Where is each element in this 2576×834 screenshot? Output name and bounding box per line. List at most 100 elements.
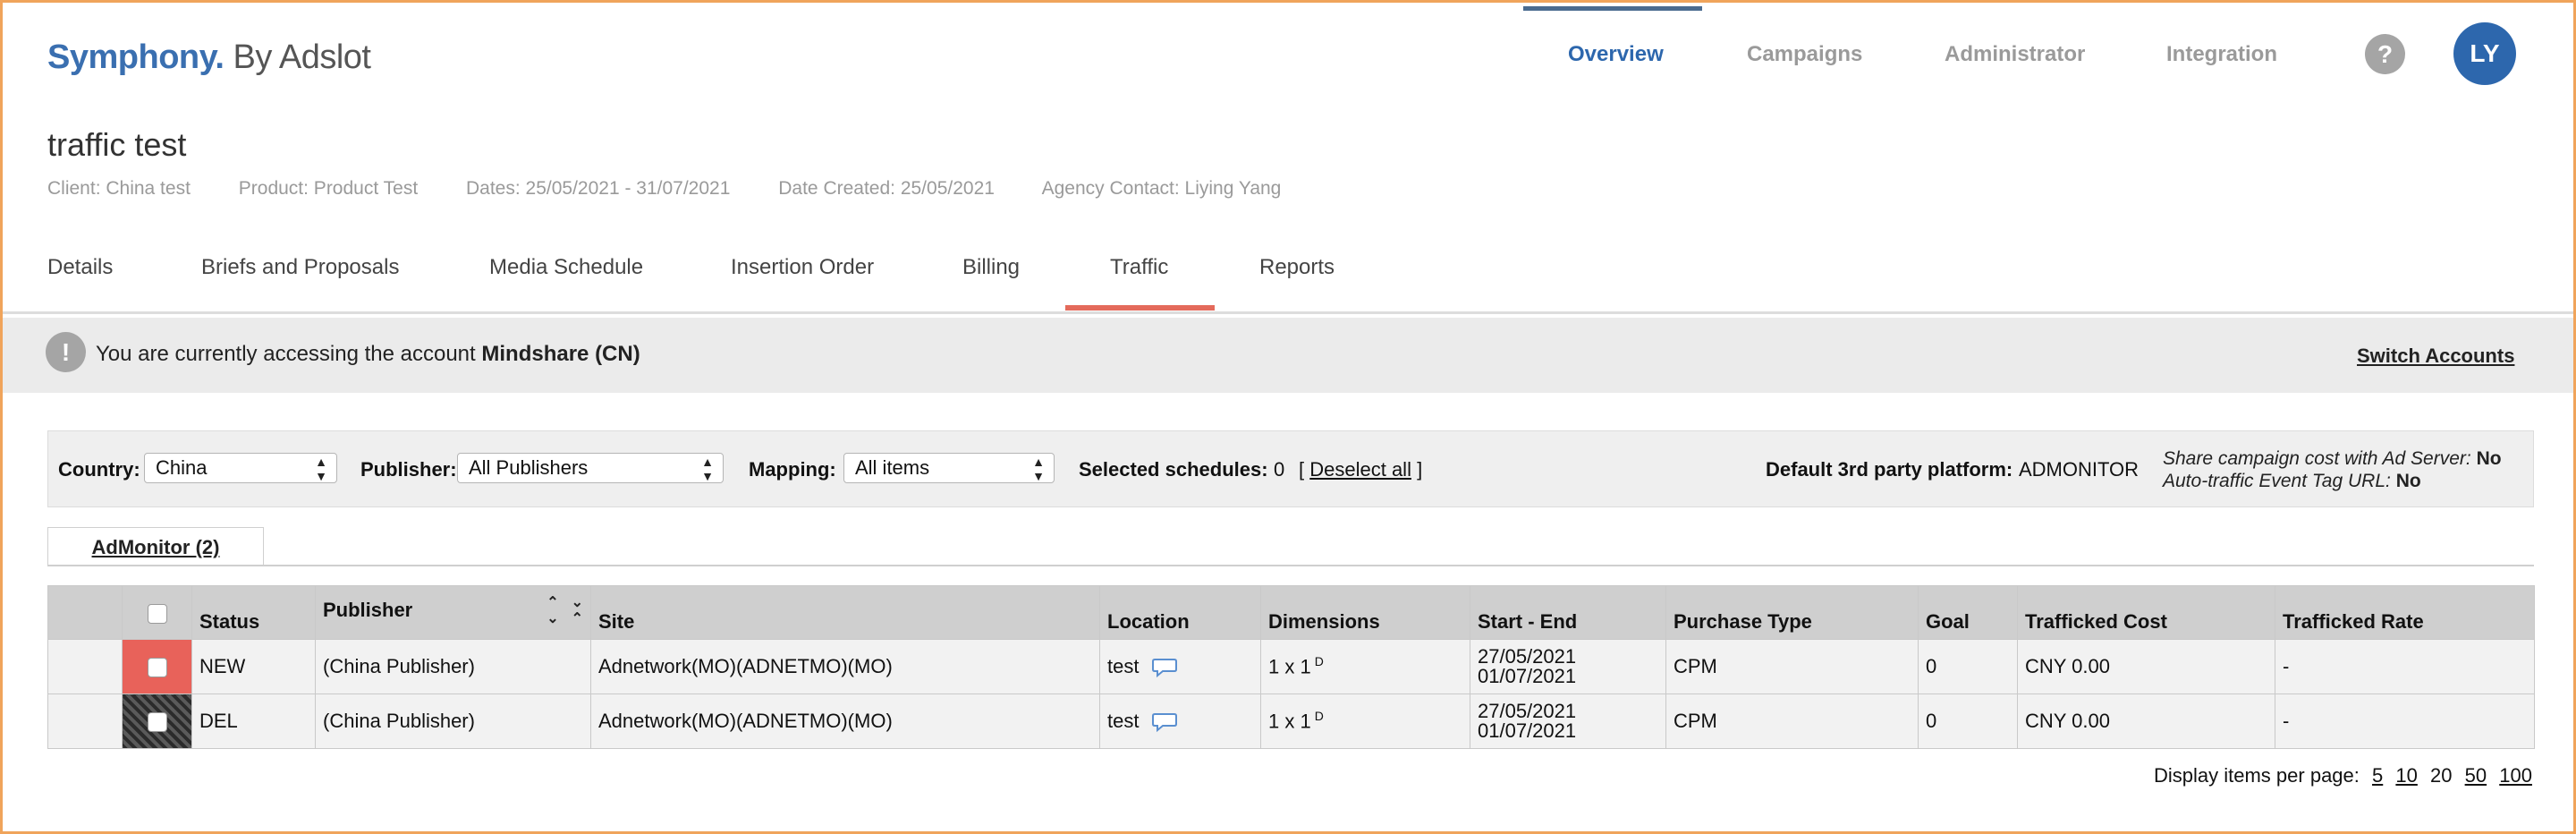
logo-by: By Adslot xyxy=(224,38,371,76)
row-site: Adnetwork(MO)(ADNETMO)(MO) xyxy=(590,694,1100,749)
campaign-meta: Client: China test Product: Product Test… xyxy=(47,178,1324,200)
row-goal: 0 xyxy=(1918,694,2018,749)
selected-schedules-label: Selected schedules: xyxy=(1079,458,1268,481)
nav-active-indicator xyxy=(1523,6,1702,11)
page-title: traffic test xyxy=(47,126,187,163)
page-size-100[interactable]: 100 xyxy=(2499,764,2532,787)
select-all-checkbox[interactable] xyxy=(147,603,167,624)
tab-traffic[interactable]: Traffic xyxy=(1110,255,1168,280)
logo[interactable]: Symphony. By Adslot xyxy=(47,38,371,77)
sort-toggle-icon[interactable]: ⌃ ⌄ xyxy=(547,595,558,627)
row-select-cell xyxy=(122,639,192,694)
ad-server-flags: Share campaign cost with Ad Server: No A… xyxy=(2163,447,2502,492)
country-select-value: China xyxy=(156,456,208,479)
avatar[interactable]: LY xyxy=(2453,22,2516,85)
row-start-end: 27/05/2021 01/07/2021 xyxy=(1470,694,1666,749)
tab-briefs-and-proposals[interactable]: Briefs and Proposals xyxy=(201,255,399,280)
tab-insertion-order[interactable]: Insertion Order xyxy=(731,255,874,280)
publisher-select[interactable]: All Publishers ▲ ▼ xyxy=(457,453,724,483)
nav-campaigns[interactable]: Campaigns xyxy=(1747,42,1862,67)
row-dimensions-value: 1 x 1 xyxy=(1268,710,1311,733)
help-icon[interactable]: ? xyxy=(2365,34,2405,74)
nav-integration[interactable]: Integration xyxy=(2166,42,2277,67)
tab-media-schedule[interactable]: Media Schedule xyxy=(489,255,643,280)
deselect-all: [ Deselect all ] xyxy=(1299,458,1422,481)
comment-icon[interactable] xyxy=(1151,711,1177,733)
account-notice-text: You are currently accessing the account xyxy=(96,342,482,366)
tab-billing[interactable]: Billing xyxy=(962,255,1020,280)
active-tab-indicator xyxy=(1065,305,1215,311)
nav-administrator[interactable]: Administrator xyxy=(1945,42,2085,67)
tab-admonitor[interactable]: AdMonitor (2) xyxy=(47,527,264,566)
top-bar: Symphony. By Adslot Overview Campaigns A… xyxy=(3,3,2573,106)
row-dimensions: 1 x 1D xyxy=(1260,694,1470,749)
select-arrows-icon: ▲ ▼ xyxy=(701,455,714,483)
page-size-50[interactable]: 50 xyxy=(2465,764,2487,787)
deselect-bracket-close: ] xyxy=(1411,458,1423,481)
page-size-5[interactable]: 5 xyxy=(2372,764,2383,787)
items-per-page: Display items per page: 5 10 20 50 100 xyxy=(2154,764,2532,787)
mapping-select[interactable]: All items ▲ ▼ xyxy=(843,453,1055,483)
row-trafficked-rate: - xyxy=(2275,694,2535,749)
column-trafficked-rate[interactable]: Trafficked Rate xyxy=(2275,585,2535,640)
tab-reports[interactable]: Reports xyxy=(1259,255,1335,280)
selected-schedules-count: 0 xyxy=(1274,458,1285,481)
row-dimensions: 1 x 1D xyxy=(1260,639,1470,694)
row-trafficked-cost: CNY 0.00 xyxy=(2017,694,2275,749)
row-goal: 0 xyxy=(1918,639,2018,694)
row-checkbox[interactable] xyxy=(147,712,167,733)
column-publisher-label: Publisher xyxy=(323,598,413,621)
country-label: Country: xyxy=(58,458,140,481)
tab-details[interactable]: Details xyxy=(47,255,113,280)
nav-overview[interactable]: Overview xyxy=(1568,42,1664,67)
column-goal[interactable]: Goal xyxy=(1918,585,2018,640)
meta-client: Client: China test xyxy=(47,178,191,199)
row-end-date: 01/07/2021 xyxy=(1478,719,1577,742)
row-publisher: (China Publisher) xyxy=(315,639,591,694)
mapping-label: Mapping: xyxy=(749,458,836,481)
page-size-10[interactable]: 10 xyxy=(2395,764,2417,787)
deselect-all-link[interactable]: Deselect all xyxy=(1309,458,1411,481)
share-cost-value: No xyxy=(2476,448,2502,469)
row-status: DEL xyxy=(191,694,316,749)
table-row[interactable]: DEL (China Publisher) Adnetwork(MO)(ADNE… xyxy=(47,694,2535,749)
share-cost-label: Share campaign cost with Ad Server: xyxy=(2163,448,2471,469)
row-publisher: (China Publisher) xyxy=(315,694,591,749)
column-location[interactable]: Location xyxy=(1099,585,1261,640)
table-header-row: Status Publisher ⌃ ⌄ ⌄ ⌃ Site Location Dime… xyxy=(47,585,2535,640)
auto-traffic-value: No xyxy=(2395,471,2421,491)
switch-accounts-link[interactable]: Switch Accounts xyxy=(2357,345,2514,368)
column-status[interactable]: Status xyxy=(191,585,316,640)
row-location-text: test xyxy=(1107,654,1140,677)
column-trafficked-cost[interactable]: Trafficked Cost xyxy=(2017,585,2275,640)
row-location-text: test xyxy=(1107,709,1140,732)
row-dimensions-value: 1 x 1 xyxy=(1268,655,1311,678)
comment-icon[interactable] xyxy=(1151,657,1177,678)
header-spacer xyxy=(47,585,123,640)
alert-icon: ! xyxy=(46,332,86,372)
country-select[interactable]: China ▲ ▼ xyxy=(144,453,337,483)
row-location: test xyxy=(1099,694,1261,749)
meta-agency-contact: Agency Contact: Liying Yang xyxy=(1041,178,1282,199)
platform-label: Default 3rd party platform: xyxy=(1766,458,2013,481)
row-select-cell xyxy=(122,694,192,749)
row-dimensions-flag: D xyxy=(1314,654,1324,669)
row-spacer xyxy=(47,694,123,749)
select-arrows-icon: ▲ ▼ xyxy=(315,455,327,483)
column-start-end[interactable]: Start - End xyxy=(1470,585,1666,640)
row-trafficked-rate: - xyxy=(2275,639,2535,694)
column-dimensions[interactable]: Dimensions xyxy=(1260,585,1470,640)
row-trafficked-cost: CNY 0.00 xyxy=(2017,639,2275,694)
auto-traffic-label: Auto-traffic Event Tag URL: xyxy=(2163,471,2391,491)
row-status: NEW xyxy=(191,639,316,694)
collapse-expand-icon[interactable]: ⌄ ⌃ xyxy=(572,595,583,627)
items-per-page-label: Display items per page: xyxy=(2154,764,2360,787)
column-purchase-type[interactable]: Purchase Type xyxy=(1665,585,1919,640)
column-publisher[interactable]: Publisher ⌃ ⌄ ⌄ ⌃ xyxy=(315,585,591,640)
account-notice: You are currently accessing the account … xyxy=(96,342,640,367)
page-size-20[interactable]: 20 xyxy=(2430,764,2452,787)
campaign-tabs: Details Briefs and Proposals Media Sched… xyxy=(3,244,2573,314)
row-checkbox[interactable] xyxy=(147,658,167,678)
table-row[interactable]: NEW (China Publisher) Adnetwork(MO)(ADNE… xyxy=(47,639,2535,694)
column-site[interactable]: Site xyxy=(590,585,1100,640)
